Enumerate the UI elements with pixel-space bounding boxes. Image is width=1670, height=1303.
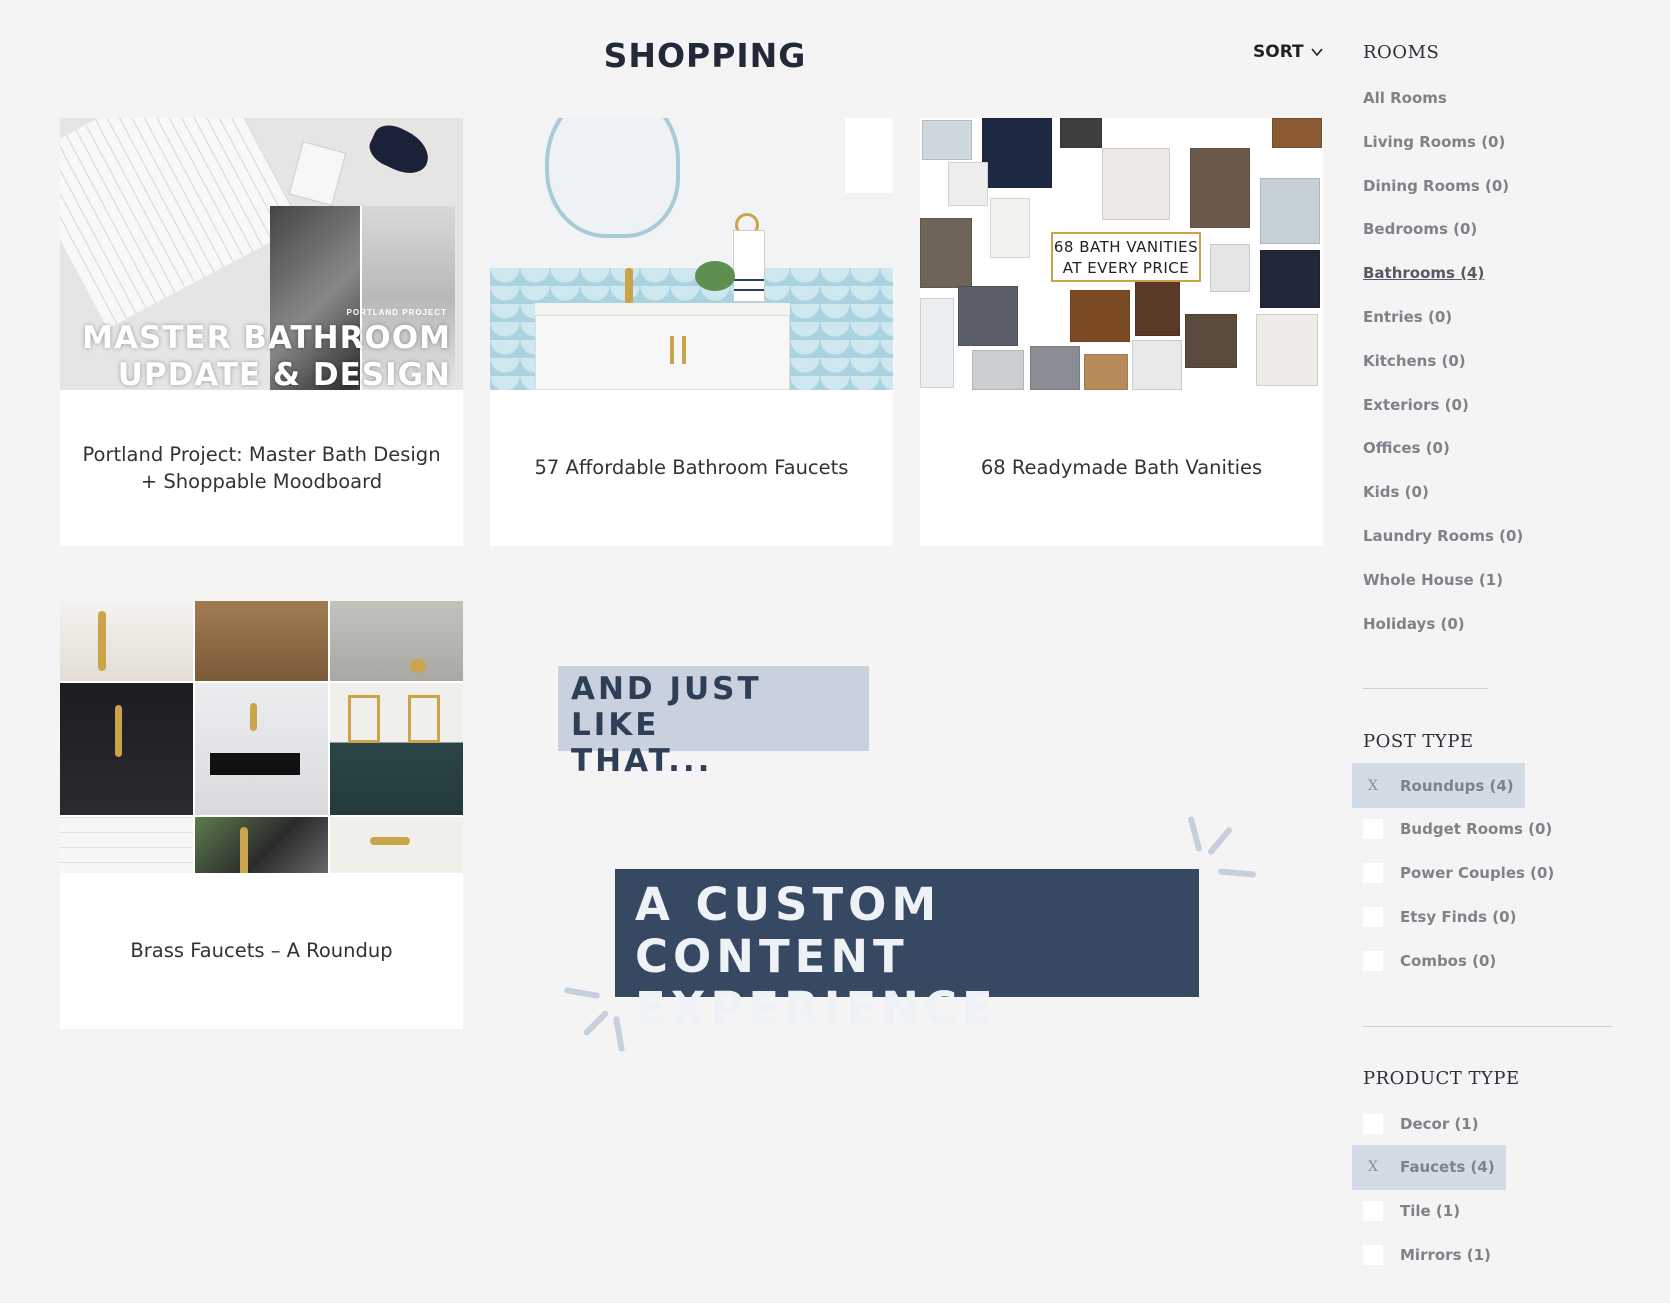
checkbox[interactable]	[1363, 819, 1383, 840]
filter-label: Faucets (4)	[1400, 1158, 1495, 1177]
sparkle-decoration	[612, 1015, 626, 1053]
post-title[interactable]: Brass Faucets – A Roundup	[60, 873, 463, 1029]
post-type-filter-budget-rooms[interactable]: Budget Rooms (0)	[1352, 807, 1552, 852]
thumbnail-overlay-label: PORTLAND PROJECT	[346, 308, 447, 317]
post-card-brass-faucets[interactable]: Brass Faucets – A Roundup	[60, 601, 463, 1029]
room-filter-laundry-rooms[interactable]: Laundry Rooms (0)	[1363, 527, 1523, 545]
post-thumbnail[interactable]	[490, 118, 893, 390]
sparkle-decoration	[1206, 826, 1234, 856]
sort-label: SORT	[1253, 42, 1304, 62]
filter-label: Budget Rooms (0)	[1400, 820, 1553, 839]
page-title: SHOPPING	[603, 36, 807, 75]
post-type-filter-etsy-finds[interactable]: Etsy Finds (0)	[1352, 894, 1516, 939]
post-type-filter-power-couples[interactable]: Power Couples (0)	[1352, 851, 1554, 896]
post-title[interactable]: 68 Readymade Bath Vanities	[920, 390, 1323, 546]
remove-filter-icon[interactable]: X	[1363, 776, 1383, 796]
room-filter-dining-rooms[interactable]: Dining Rooms (0)	[1363, 177, 1509, 195]
post-thumbnail[interactable]	[60, 601, 463, 873]
promo-banner-small: AND JUST LIKE THAT...	[558, 666, 869, 779]
chevron-down-icon	[1311, 48, 1323, 57]
thumbnail-overlay-title: MASTER BATHROOM UPDATE & DESIGN	[82, 320, 451, 390]
checkbox[interactable]	[1363, 1201, 1383, 1222]
post-thumbnail[interactable]: PORTLAND PROJECT MASTER BATHROOM UPDATE …	[60, 118, 463, 390]
divider	[1363, 688, 1488, 689]
checkbox[interactable]	[1363, 1244, 1383, 1265]
sparkle-decoration	[582, 1009, 610, 1037]
post-card-bathroom-faucets[interactable]: 57 Affordable Bathroom Faucets	[490, 118, 893, 546]
room-filter-exteriors[interactable]: Exteriors (0)	[1363, 396, 1469, 414]
room-filter-bathrooms[interactable]: Bathrooms (4)	[1363, 264, 1484, 282]
post-card-bath-vanities[interactable]: 68 BATH VANITIES AT EVERY PRICE 68 Ready…	[920, 118, 1323, 546]
product-type-filter-mirrors[interactable]: Mirrors (1)	[1352, 1232, 1491, 1277]
checkbox[interactable]	[1363, 863, 1383, 884]
filter-label: Power Couples (0)	[1400, 864, 1555, 883]
room-filter-all-rooms[interactable]: All Rooms	[1363, 89, 1447, 107]
post-type-filter-combos[interactable]: Combos (0)	[1352, 938, 1496, 983]
checkbox[interactable]	[1363, 950, 1383, 971]
sparkle-decoration	[1187, 815, 1203, 853]
sort-button[interactable]: SORT	[1253, 42, 1324, 62]
room-filter-offices[interactable]: Offices (0)	[1363, 439, 1450, 457]
sparkle-decoration	[563, 986, 601, 1000]
checkbox[interactable]	[1363, 906, 1383, 927]
remove-filter-icon[interactable]: X	[1363, 1157, 1383, 1177]
checkbox[interactable]	[1363, 1113, 1383, 1134]
post-title[interactable]: 57 Affordable Bathroom Faucets	[490, 390, 893, 546]
room-filter-kids[interactable]: Kids (0)	[1363, 483, 1429, 501]
room-filter-whole-house[interactable]: Whole House (1)	[1363, 571, 1503, 589]
room-filter-bedrooms[interactable]: Bedrooms (0)	[1363, 220, 1477, 238]
post-type-heading: POST TYPE	[1363, 731, 1474, 752]
post-type-filter-roundups[interactable]: X Roundups (4)	[1352, 763, 1525, 808]
product-type-filter-decor[interactable]: Decor (1)	[1352, 1101, 1479, 1146]
product-type-filter-faucets[interactable]: X Faucets (4)	[1352, 1144, 1506, 1190]
room-filter-kitchens[interactable]: Kitchens (0)	[1363, 352, 1466, 370]
room-filter-living-rooms[interactable]: Living Rooms (0)	[1363, 133, 1505, 151]
filter-label: Roundups (4)	[1400, 776, 1514, 795]
thumbnail-overlay-title: 68 BATH VANITIES AT EVERY PRICE	[1051, 232, 1201, 282]
post-thumbnail[interactable]: 68 BATH VANITIES AT EVERY PRICE	[920, 118, 1323, 390]
post-card-portland-project[interactable]: PORTLAND PROJECT MASTER BATHROOM UPDATE …	[60, 118, 463, 546]
product-type-heading: PRODUCT TYPE	[1363, 1068, 1520, 1089]
filter-label: Etsy Finds (0)	[1400, 907, 1517, 926]
rooms-heading: ROOMS	[1363, 42, 1440, 63]
room-filter-entries[interactable]: Entries (0)	[1363, 308, 1452, 326]
divider	[1363, 1026, 1612, 1027]
room-filter-holidays[interactable]: Holidays (0)	[1363, 615, 1465, 633]
post-title[interactable]: Portland Project: Master Bath Design + S…	[60, 390, 463, 546]
filter-label: Tile (1)	[1400, 1202, 1461, 1221]
product-type-filter-tile[interactable]: Tile (1)	[1352, 1189, 1460, 1234]
filter-sidebar: ROOMS All Rooms Living Rooms (0) Dining Ro…	[1352, 0, 1663, 1303]
filter-label: Decor (1)	[1400, 1114, 1479, 1133]
filter-label: Combos (0)	[1400, 951, 1497, 970]
promo-banner-large: A CUSTOM CONTENT EXPERIENCE	[615, 869, 1199, 1035]
sparkle-decoration	[1217, 868, 1257, 878]
filter-label: Mirrors (1)	[1400, 1245, 1491, 1264]
